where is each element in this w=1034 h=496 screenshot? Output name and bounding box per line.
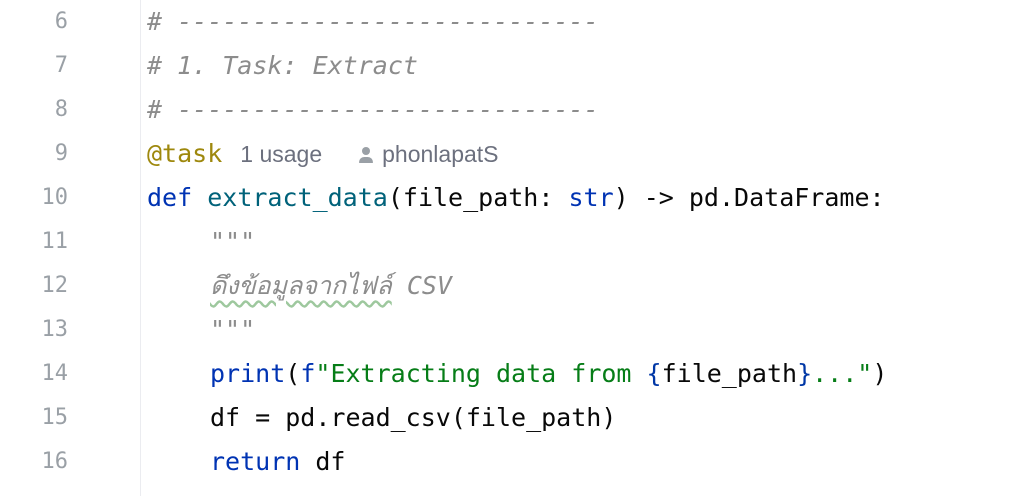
code-line[interactable]: 12 ดึงข้อมูลจากไฟล์ CSV xyxy=(0,264,1034,308)
docstring: """ xyxy=(210,227,256,256)
line-number: 8 xyxy=(54,97,68,122)
line-number: 7 xyxy=(54,53,68,78)
docstring-text: CSV xyxy=(391,271,452,300)
params: (file_path: xyxy=(387,183,569,212)
author-hint[interactable]: phonlapatS xyxy=(382,141,498,167)
code-line[interactable]: 14 print(f"Extracting data from {file_pa… xyxy=(0,352,1034,396)
paren: ) xyxy=(872,359,888,388)
docstring: """ xyxy=(210,315,256,344)
code-line[interactable]: 16 return df xyxy=(0,440,1034,484)
keyword: return xyxy=(210,447,301,476)
code-line[interactable]: 6 # ---------------------------- xyxy=(0,0,1034,44)
line-number: 16 xyxy=(41,449,69,474)
code-line[interactable]: 15 df = pd.read_csv(file_path) xyxy=(0,396,1034,440)
line-number: 13 xyxy=(41,317,69,342)
line-number: 10 xyxy=(41,185,69,210)
return-value: df xyxy=(300,447,346,476)
code-line[interactable]: 9 @task 1 usage phonlapatS xyxy=(0,132,1034,176)
brace: } xyxy=(797,359,813,388)
usages-hint[interactable]: 1 usage xyxy=(240,141,322,167)
docstring-thai: ดึงข้อมูลจากไฟล์ xyxy=(210,271,392,300)
code-line[interactable]: 13 """ xyxy=(0,308,1034,352)
variable: file_path xyxy=(661,359,798,388)
return-statement: return df xyxy=(147,440,345,484)
comment: # ---------------------------- xyxy=(147,7,599,36)
string-literal: ..." xyxy=(812,359,873,388)
line-number: 6 xyxy=(54,9,68,34)
user-icon xyxy=(358,146,374,164)
line-number: 12 xyxy=(41,273,69,298)
comment: # ---------------------------- xyxy=(147,95,599,124)
code-line[interactable]: 8 # ---------------------------- xyxy=(0,88,1034,132)
decorator: @task xyxy=(147,139,223,168)
function-definition: def extract_data(file_path: str) -> pd.D… xyxy=(147,176,885,220)
keyword: def xyxy=(147,183,193,212)
line-number: 15 xyxy=(41,405,69,430)
assignment: df = pd.read_csv(file_path) xyxy=(210,403,617,432)
code-line[interactable]: 10 def extract_data(file_path: str) -> p… xyxy=(0,176,1034,220)
fstring-prefix: f xyxy=(300,359,316,388)
line-number: 11 xyxy=(41,229,69,254)
line-number: 14 xyxy=(41,361,69,386)
docstring: ดึงข้อมูลจากไฟล์ CSV xyxy=(147,264,452,308)
paren: ( xyxy=(285,359,301,388)
print-statement: print(f"Extracting data from {file_path}… xyxy=(147,352,887,396)
type-name: str xyxy=(568,183,614,212)
return-annotation: ) -> pd.DataFrame: xyxy=(613,183,885,212)
string-literal: "Extracting data from xyxy=(315,359,647,388)
function-name[interactable]: extract_data xyxy=(207,183,388,212)
code-editor[interactable]: 6 # ---------------------------- 7 # 1. … xyxy=(0,0,1034,496)
comment: # 1. Task: Extract xyxy=(147,51,418,80)
decorator-line: @task 1 usage phonlapatS xyxy=(147,132,499,176)
code-line[interactable]: 11 """ xyxy=(0,220,1034,264)
builtin-print[interactable]: print xyxy=(210,359,285,388)
brace: { xyxy=(646,359,662,388)
line-number: 9 xyxy=(54,141,68,166)
code-line[interactable]: 7 # 1. Task: Extract xyxy=(0,44,1034,88)
